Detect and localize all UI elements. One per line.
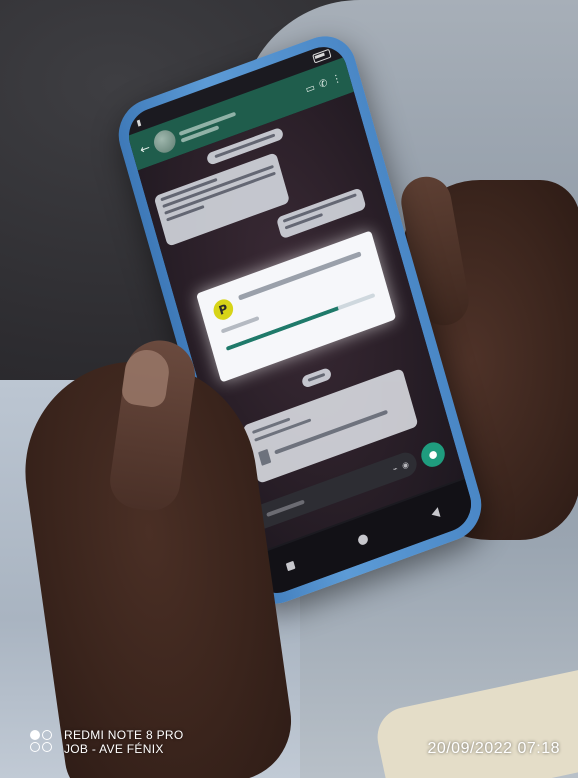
- dual-camera-icon: [30, 730, 56, 754]
- message-bubble: [153, 152, 291, 247]
- document-icon: [258, 448, 272, 466]
- photo-scene: ▮ ← ▭ ✆ ⋮ P ⌁ ◉ ● REDMI NOTE 8 PRO JOB -…: [0, 0, 578, 778]
- status-clock-icon: ▮: [135, 117, 143, 128]
- microphone-icon: ●: [427, 447, 439, 462]
- video-call-icon[interactable]: ▭: [304, 82, 316, 96]
- input-placeholder-blur: [266, 499, 306, 517]
- battery-icon: [312, 48, 332, 64]
- message-bubble: [300, 366, 333, 389]
- app-icon: P: [211, 296, 236, 323]
- phone-call-icon[interactable]: ✆: [318, 77, 329, 90]
- timestamp: 20/09/2022 07:18: [427, 740, 560, 757]
- watermark-caption: JOB - AVE FÉNIX: [64, 742, 164, 756]
- back-arrow-icon[interactable]: ←: [138, 140, 151, 157]
- camera-icon[interactable]: ◉: [401, 459, 410, 470]
- more-options-icon[interactable]: ⋮: [331, 72, 343, 86]
- home-icon[interactable]: [356, 533, 370, 547]
- camera-watermark: REDMI NOTE 8 PRO JOB - AVE FÉNIX: [30, 728, 183, 756]
- recents-icon[interactable]: [285, 560, 296, 572]
- back-icon[interactable]: [430, 507, 441, 520]
- message-bubble: [275, 187, 367, 240]
- watermark-text: REDMI NOTE 8 PRO JOB - AVE FÉNIX: [64, 728, 183, 756]
- download-progress-fill: [225, 306, 339, 351]
- device-model: REDMI NOTE 8 PRO: [64, 728, 184, 742]
- avatar[interactable]: [151, 127, 179, 156]
- attach-icon[interactable]: ⌁: [392, 463, 399, 473]
